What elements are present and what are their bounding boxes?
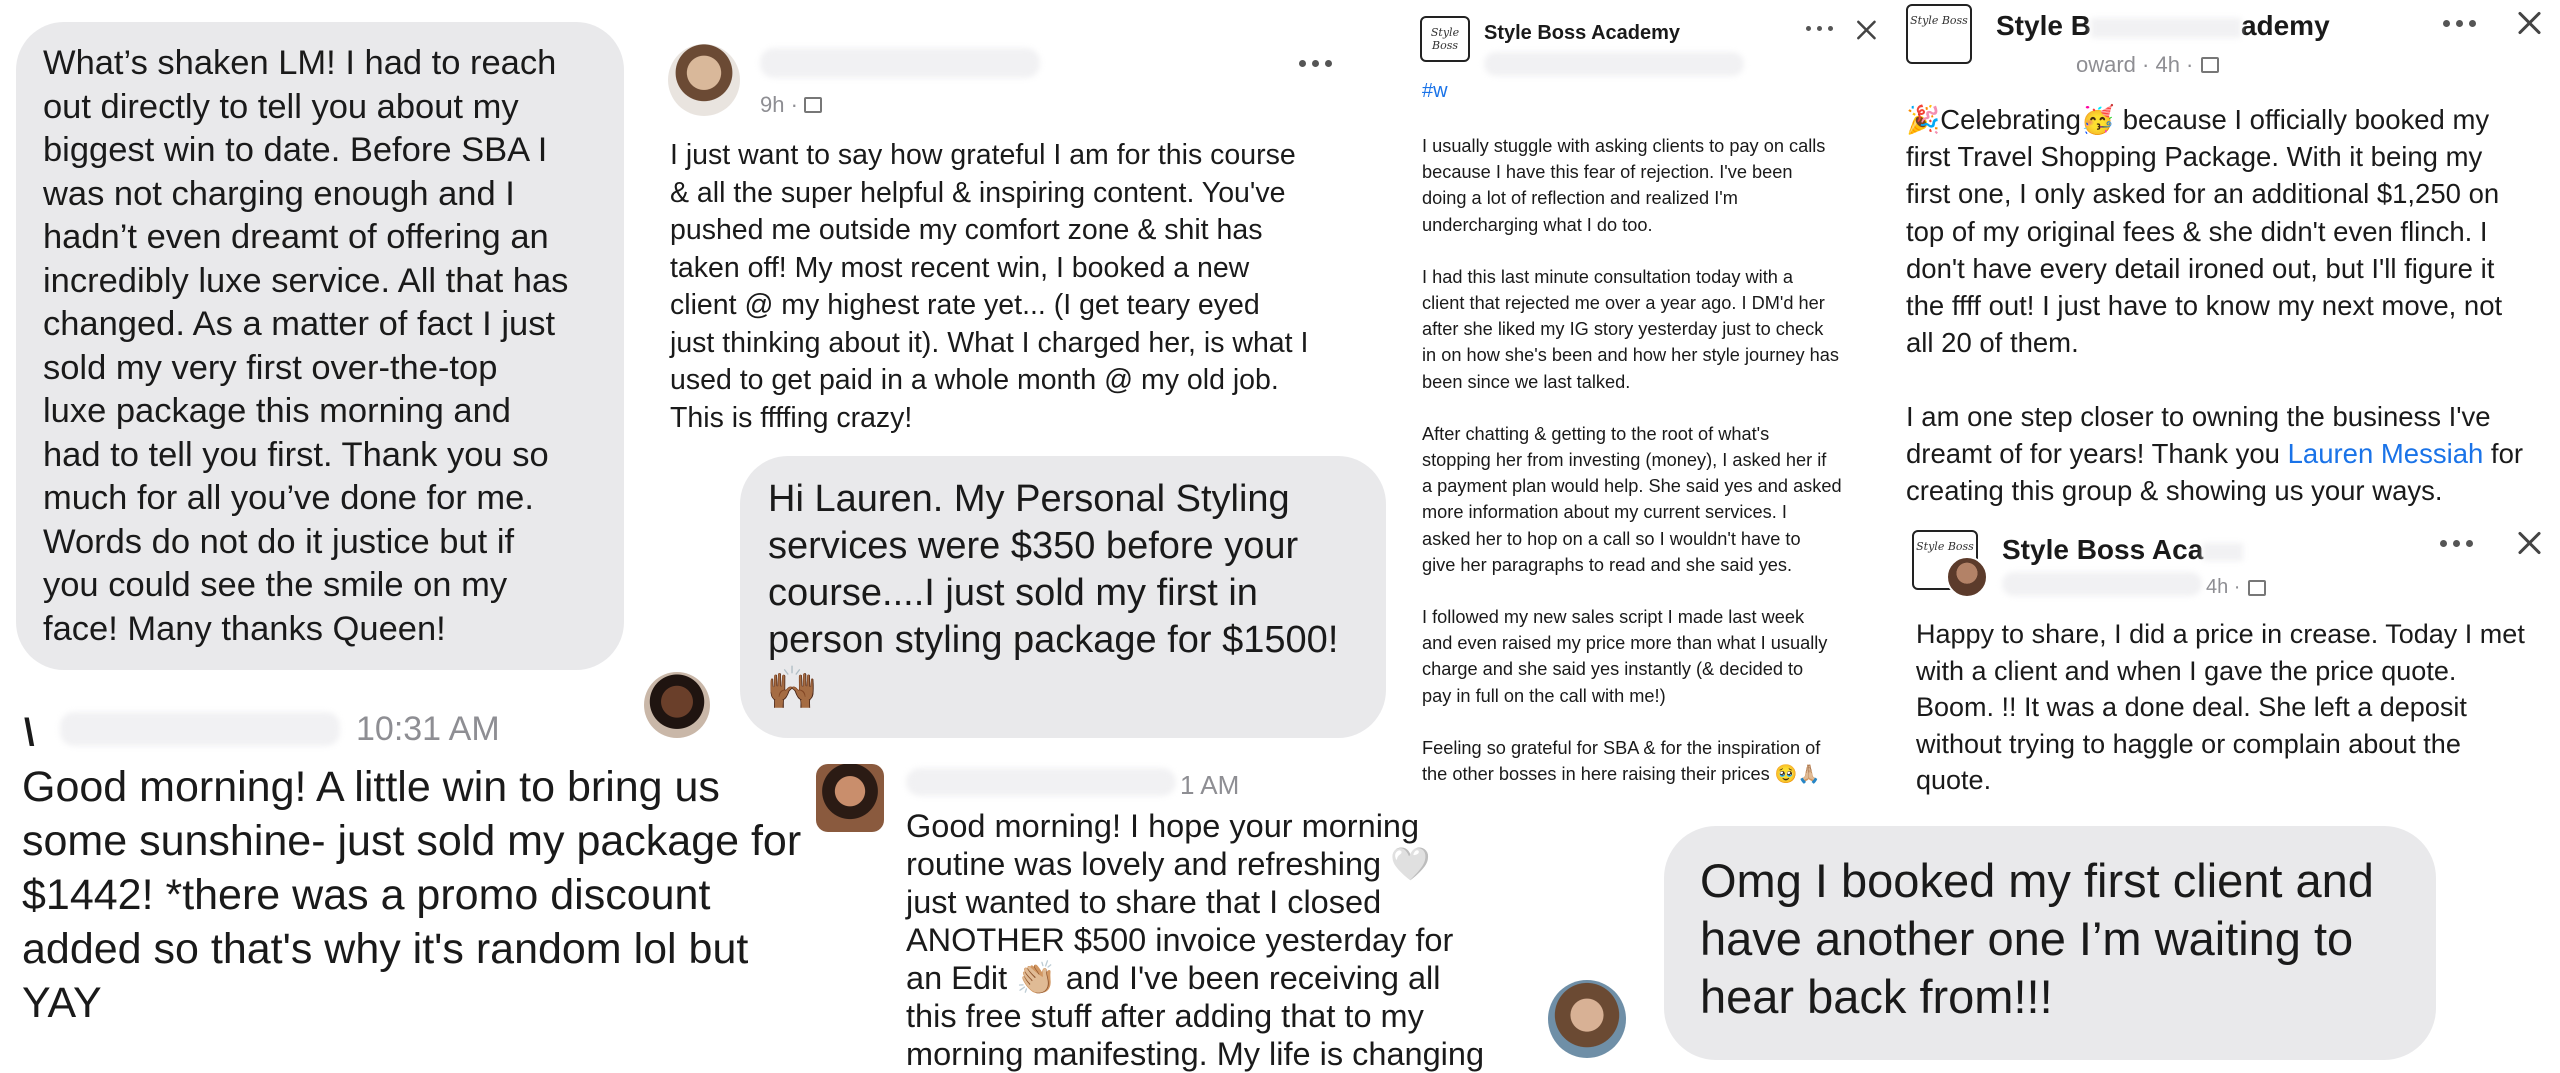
- avatar: [1946, 556, 1988, 598]
- message-text-9: Omg I booked my first client and have an…: [1700, 854, 2374, 1023]
- more-options-icon[interactable]: [1806, 26, 1833, 31]
- message-time: 10:31 AM: [356, 710, 500, 748]
- post-text-7b: I am one step closer to owning the busin…: [1906, 401, 2524, 507]
- post-text-2: I just want to say how grateful I am for…: [670, 139, 1309, 434]
- group-logo: Style Boss: [1420, 16, 1470, 62]
- close-icon[interactable]: [2517, 11, 2541, 35]
- close-icon[interactable]: [1856, 20, 1876, 40]
- redacted-name: [60, 712, 340, 746]
- avatar: [644, 672, 710, 738]
- avatar: [816, 764, 884, 832]
- post-meta: oward · 4h ·: [2076, 52, 2220, 78]
- more-options-icon[interactable]: [2443, 20, 2476, 27]
- message-time: 1 AM: [1180, 770, 1240, 800]
- group-logo: Style Boss: [1906, 4, 1972, 64]
- more-options-icon[interactable]: [2440, 540, 2473, 547]
- redacted-name: [1484, 52, 1744, 76]
- audience-icon: [2248, 579, 2267, 596]
- post-paragraph: I usually stuggle with asking clients to…: [1422, 136, 1826, 235]
- group-name[interactable]: Style Bademy: [1996, 10, 2330, 42]
- close-icon[interactable]: [2517, 531, 2541, 555]
- message-text-1: What’s shaken LM! I had to reach out dir…: [43, 44, 569, 648]
- post-paragraph: I followed my new sales script I made la…: [1422, 607, 1828, 706]
- post-time: 9h ·: [760, 92, 822, 118]
- redacted-name: [906, 768, 1176, 796]
- message-text-4: Good morning! A little win to bring us s…: [22, 763, 802, 1027]
- post-text-8: Happy to share, I did a price in crease.…: [1916, 619, 2525, 795]
- post-text-6: I usually stuggle with asking clients to…: [1422, 133, 1882, 787]
- group-name[interactable]: Style Boss Academy: [1484, 22, 1680, 45]
- sender-avatar-fragment: \: [24, 712, 35, 754]
- redacted-name: [760, 48, 1040, 78]
- post-paragraph: I had this last minute consultation toda…: [1422, 266, 1839, 392]
- more-options-icon[interactable]: [1299, 60, 1332, 67]
- avatar: [668, 44, 740, 116]
- post-paragraph: After chatting & getting to the root of …: [1422, 423, 1842, 575]
- group-name[interactable]: Style Boss Aca: [2002, 534, 2244, 566]
- avatar: [1548, 980, 1626, 1058]
- mention-link[interactable]: Lauren Messiah: [2288, 438, 2484, 469]
- post-paragraph: Feeling so grateful for SBA & for the in…: [1422, 737, 1821, 785]
- redacted-name: [2002, 572, 2202, 596]
- audience-icon: [803, 97, 822, 113]
- post-text-7a: 🎉Celebrating🥳 because I officially booke…: [1906, 104, 2503, 359]
- audience-icon: [2201, 57, 2220, 73]
- hashtag[interactable]: #w: [1422, 80, 1448, 103]
- message-text-5: Good morning! I hope your morning routin…: [906, 808, 1485, 1072]
- raised-hands-emoji: 🙌🏾: [766, 664, 819, 711]
- post-meta: 4h ·: [2206, 576, 2267, 599]
- message-text-3: Hi Lauren. My Personal Styling services …: [768, 478, 1339, 661]
